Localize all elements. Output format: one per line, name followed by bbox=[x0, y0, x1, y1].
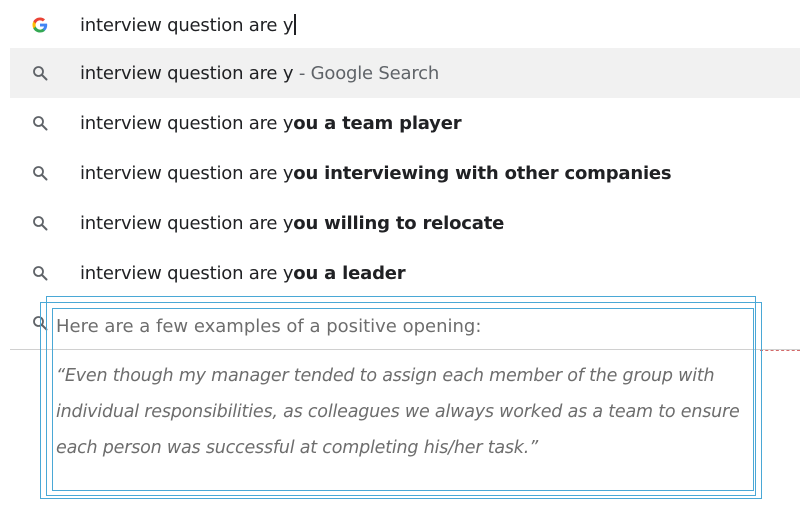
suggestion-prefix: interview question are y bbox=[80, 112, 294, 134]
article-excerpt: Here are a few examples of a positive op… bbox=[56, 316, 756, 466]
search-icon bbox=[30, 163, 50, 183]
page-divider bbox=[760, 350, 800, 351]
suggestion-prefix: interview question are y bbox=[80, 62, 294, 84]
google-g-icon bbox=[30, 15, 50, 35]
omnibox-input-row[interactable]: interview question are y bbox=[10, 0, 800, 50]
suggestion-item[interactable]: interview question are you a leader bbox=[10, 248, 800, 298]
suggestion-item[interactable]: interview question are you willing to re… bbox=[10, 198, 800, 248]
suggestion-item[interactable]: interview question are you a team player bbox=[10, 98, 800, 148]
quote-line: individual responsibilities, as colleagu… bbox=[56, 402, 740, 422]
suggestion-prefix: interview question are y bbox=[80, 262, 294, 284]
suggestion-prefix: interview question are y bbox=[80, 162, 294, 184]
search-icon bbox=[30, 113, 50, 133]
suggestion-item[interactable]: interview question are you interviewing … bbox=[10, 148, 800, 198]
example-quote: “Even though my manager tended to assign… bbox=[56, 358, 756, 466]
suggestion-completion: ou interviewing with other companies bbox=[293, 162, 672, 184]
suggestion-suffix: - Google Search bbox=[293, 62, 440, 84]
quote-line: “Even though my manager tended to assign… bbox=[56, 366, 715, 386]
suggestion-completion: ou a leader bbox=[293, 262, 406, 284]
omnibox-input[interactable]: interview question are y bbox=[80, 14, 296, 36]
suggestion-completion: ou willing to relocate bbox=[293, 212, 505, 234]
search-icon bbox=[30, 263, 50, 283]
suggestion-item[interactable]: interview question are y - Google Search bbox=[10, 48, 800, 98]
intro-text: Here are a few examples of a positive op… bbox=[56, 316, 482, 337]
text-caret bbox=[294, 14, 296, 35]
search-icon bbox=[30, 213, 50, 233]
search-icon bbox=[30, 63, 50, 83]
quote-line: each person was successful at completing… bbox=[56, 438, 538, 458]
suggestion-completion: ou a team player bbox=[293, 112, 462, 134]
omnibox-typed-text: interview question are y bbox=[80, 15, 294, 36]
suggestion-prefix: interview question are y bbox=[80, 212, 294, 234]
